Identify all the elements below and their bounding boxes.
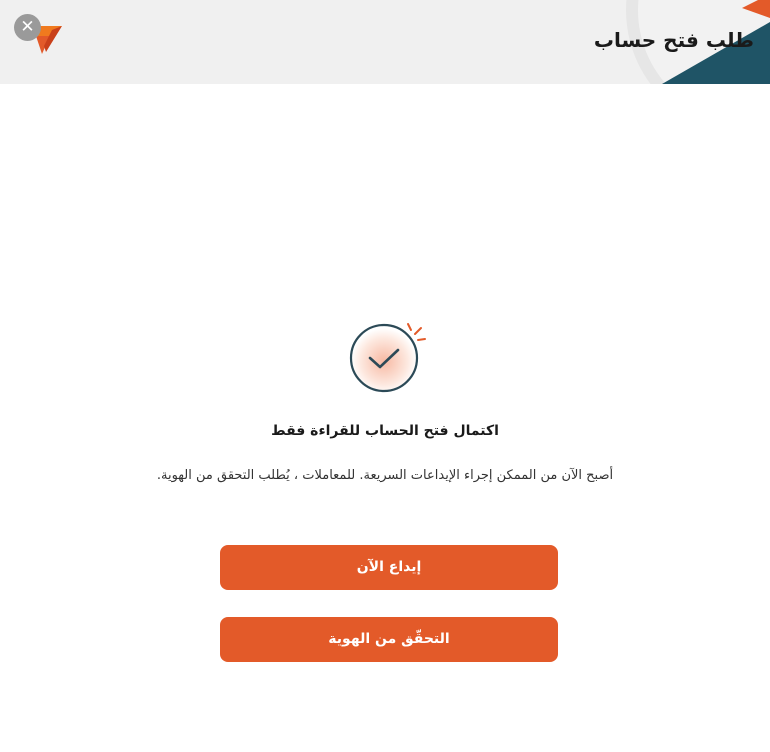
close-button[interactable]: ✕ [14, 14, 41, 41]
success-check-icon [349, 323, 426, 393]
header-bar: طلب فتح حساب ✕ [0, 0, 770, 84]
status-description: أصبح الآن من الممكن إجراء الإيداعات السر… [156, 468, 614, 483]
page-title: طلب فتح حساب [593, 28, 754, 52]
deposit-now-button[interactable]: إيداع الآن [220, 545, 558, 590]
verify-identity-button[interactable]: التحقّق من الهوية [220, 617, 558, 662]
close-icon: ✕ [20, 17, 35, 37]
status-title: اكتمال فتح الحساب للقراءة فقط [271, 423, 499, 439]
